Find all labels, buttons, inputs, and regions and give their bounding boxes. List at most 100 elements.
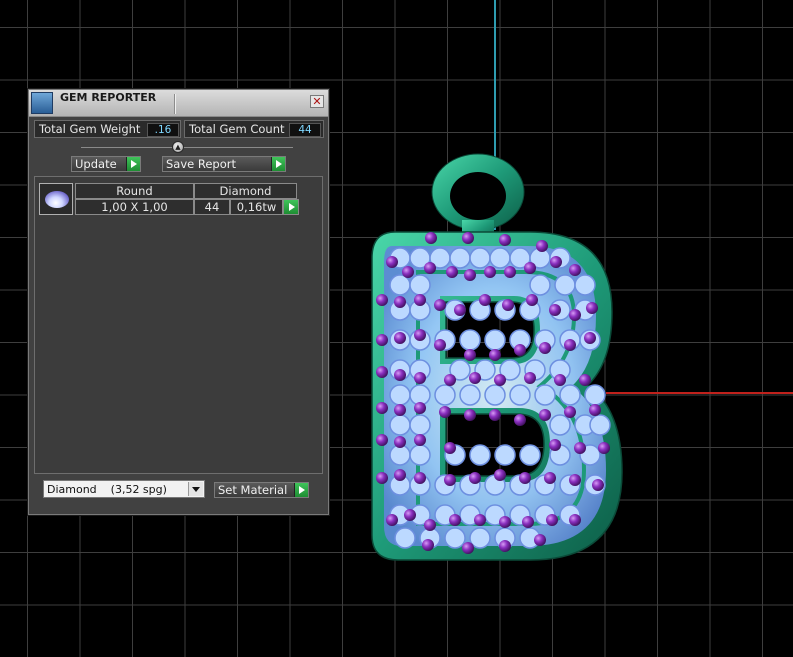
stone-setting: [469, 444, 491, 466]
prong-bead: [394, 332, 406, 344]
stone-setting: [574, 274, 596, 296]
stone-setting: [409, 414, 431, 436]
prong-bead: [539, 342, 551, 354]
stone-setting: [589, 414, 611, 436]
prong-bead: [414, 372, 426, 384]
prong-bead: [499, 516, 511, 528]
prong-bead: [444, 474, 456, 486]
stone-setting: [509, 384, 531, 406]
prong-bead: [446, 266, 458, 278]
prong-bead: [564, 406, 576, 418]
prong-bead: [519, 472, 531, 484]
title-bar[interactable]: GEM REPORTER ✕: [29, 90, 328, 117]
column-header-material: Diamond: [194, 183, 297, 199]
prong-bead: [524, 262, 536, 274]
prong-bead: [544, 472, 556, 484]
row-play-icon[interactable]: [283, 199, 299, 215]
close-icon[interactable]: ✕: [310, 95, 324, 108]
stone-setting: [554, 274, 576, 296]
set-material-button[interactable]: Set Material: [214, 482, 309, 498]
prong-bead: [386, 256, 398, 268]
material-dropdown[interactable]: Diamond (3,52 spg): [43, 480, 205, 498]
prong-bead: [462, 232, 474, 244]
prong-bead: [376, 294, 388, 306]
prong-bead: [589, 404, 601, 416]
update-button-label: Update: [75, 157, 117, 171]
prong-bead: [402, 266, 414, 278]
stone-setting: [444, 527, 466, 549]
prong-bead: [376, 366, 388, 378]
prong-bead: [554, 374, 566, 386]
prong-bead: [414, 294, 426, 306]
prong-bead: [464, 409, 476, 421]
prong-bead: [376, 434, 388, 446]
stone-setting: [459, 384, 481, 406]
prong-bead: [534, 534, 546, 546]
prong-bead: [514, 414, 526, 426]
title-divider: [174, 94, 175, 114]
stone-setting: [389, 274, 411, 296]
prong-bead: [550, 256, 562, 268]
chevron-down-icon[interactable]: [188, 482, 203, 496]
prong-bead: [549, 304, 561, 316]
play-icon: [126, 157, 140, 171]
prong-bead: [394, 469, 406, 481]
prong-bead: [464, 269, 476, 281]
save-report-button[interactable]: Save Report: [162, 156, 286, 172]
prong-bead: [474, 514, 486, 526]
prong-bead: [569, 264, 581, 276]
prong-bead: [592, 479, 604, 491]
prong-bead: [434, 299, 446, 311]
prong-bead: [494, 374, 506, 386]
prong-bead: [414, 472, 426, 484]
play-icon: [271, 157, 285, 171]
prong-bead: [394, 404, 406, 416]
prong-bead: [549, 439, 561, 451]
stone-setting: [559, 384, 581, 406]
set-material-button-label: Set Material: [218, 483, 288, 497]
prong-bead: [579, 374, 591, 386]
prong-bead: [425, 232, 437, 244]
prong-bead: [469, 472, 481, 484]
prong-bead: [502, 299, 514, 311]
stone-setting: [489, 247, 511, 269]
gem-size-cell: 1,00 X 1,00: [75, 199, 194, 215]
prong-bead: [404, 509, 416, 521]
prong-bead: [546, 514, 558, 526]
prong-bead: [574, 442, 586, 454]
prong-bead: [462, 542, 474, 554]
prong-bead: [394, 369, 406, 381]
stone-setting: [409, 274, 431, 296]
stone-setting: [389, 414, 411, 436]
window-title: GEM REPORTER: [60, 91, 157, 104]
prong-bead: [499, 540, 511, 552]
prong-bead: [569, 309, 581, 321]
gem-report-icon: [31, 92, 53, 114]
update-button[interactable]: Update: [71, 156, 141, 172]
stone-setting: [584, 384, 606, 406]
prong-bead: [586, 302, 598, 314]
oval-gem-icon[interactable]: [39, 183, 73, 215]
prong-bead: [504, 266, 516, 278]
slider-handle[interactable]: ▲: [172, 141, 184, 153]
prong-bead: [414, 402, 426, 414]
prong-bead: [499, 234, 511, 246]
stone-setting: [484, 329, 506, 351]
prong-bead: [449, 514, 461, 526]
stone-setting: [389, 384, 411, 406]
prong-bead: [479, 294, 491, 306]
prong-bead: [444, 442, 456, 454]
prong-bead: [394, 436, 406, 448]
prong-bead: [489, 409, 501, 421]
prong-bead: [454, 304, 466, 316]
total-gem-count-value: 44: [289, 123, 321, 137]
prong-bead: [434, 339, 446, 351]
play-icon: [294, 483, 308, 497]
stone-setting: [434, 384, 456, 406]
prong-bead: [376, 402, 388, 414]
prong-bead: [422, 539, 434, 551]
stone-setting: [469, 247, 491, 269]
save-report-button-label: Save Report: [166, 157, 237, 171]
prong-bead: [526, 294, 538, 306]
prong-bead: [524, 372, 536, 384]
